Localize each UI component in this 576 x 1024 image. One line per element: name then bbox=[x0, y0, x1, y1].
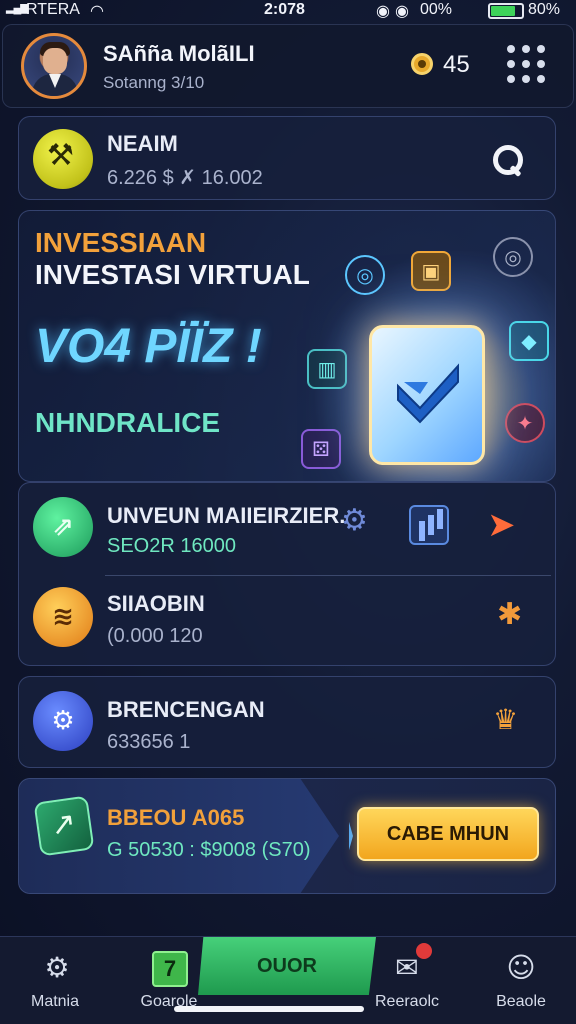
tools-icon bbox=[33, 129, 93, 189]
gear-badge-icon: ⚙ bbox=[44, 951, 70, 984]
nav-home-label: Matnia bbox=[30, 993, 80, 1010]
shield-icon: ◆ bbox=[509, 321, 549, 361]
user-subtitle: Sotanng 3/10 bbox=[103, 73, 205, 92]
list-item-value: SEO2R 16000 bbox=[107, 535, 236, 557]
status-bar: ▂▄▆ RTERA ◠ 2:078 ◉ ◉ 00% 80% bbox=[0, 0, 576, 22]
divider bbox=[105, 575, 551, 576]
nav-home[interactable]: ⚙ Matnia bbox=[0, 937, 110, 1024]
search-icon[interactable] bbox=[491, 143, 525, 177]
balance-value: 6.226 $ ✗ 16.002 bbox=[107, 167, 263, 189]
chart-icon: ▥ bbox=[307, 349, 347, 389]
nav-profile[interactable]: ☺ Beaole bbox=[466, 937, 576, 1024]
battery-fill bbox=[491, 6, 515, 16]
box-icon: ▣ bbox=[411, 251, 451, 291]
check-icon bbox=[397, 363, 459, 424]
wallet-icon: 7 bbox=[152, 951, 188, 987]
bar-chart-icon bbox=[409, 505, 449, 545]
chevron-right-icon bbox=[299, 779, 353, 893]
avatar[interactable] bbox=[21, 33, 87, 99]
list-item-title[interactable]: SIIAOBIN bbox=[107, 591, 205, 617]
list-item-value: (0.000 120 bbox=[107, 625, 203, 647]
carrier-name: RTERA bbox=[26, 1, 80, 18]
list-item-title[interactable]: UNVEUN MAIIEIRZIER. bbox=[107, 503, 345, 529]
gear-icon: ⚙ bbox=[341, 503, 368, 538]
growth-icon: ⇗ bbox=[33, 497, 93, 557]
nav-messages[interactable]: ✉ Reeraolc bbox=[352, 937, 462, 1024]
balance-card[interactable]: NEAIM 6.226 $ ✗ 16.002 bbox=[18, 116, 556, 200]
globe-icon: ◎ bbox=[345, 255, 385, 295]
trend-up-icon bbox=[33, 795, 95, 857]
signal-icon: ▂▄▆ bbox=[6, 2, 29, 14]
settings-title: BRENCENGAN bbox=[107, 697, 265, 722]
hero-kicker: INVESSIAAN bbox=[35, 227, 207, 258]
nav-active-label: OUOR bbox=[257, 954, 317, 977]
nav-active-tab[interactable]: OUOR bbox=[198, 937, 376, 995]
rocket-arrow-icon: ➤ bbox=[487, 505, 516, 545]
home-indicator bbox=[174, 1006, 364, 1012]
sparkle-icon: ✱ bbox=[497, 597, 523, 632]
battery-percent: 00% bbox=[420, 1, 453, 18]
settings-gear-icon: ⚙ bbox=[33, 691, 93, 751]
notification-badge bbox=[416, 943, 432, 959]
promo-title: BBEOU A065 bbox=[107, 805, 245, 830]
avatar-face bbox=[43, 48, 67, 74]
battery-icon bbox=[488, 3, 524, 19]
dice-icon: ⚄ bbox=[301, 429, 341, 469]
hero-title: INVESTASI VIRTUAL bbox=[35, 259, 310, 290]
target-icon: ◎ bbox=[493, 237, 533, 277]
status-icons: ◉ ◉ bbox=[376, 1, 410, 20]
glowing-cube bbox=[369, 325, 485, 465]
crown-icon: ♛ bbox=[493, 703, 519, 736]
clock: 2:078 bbox=[264, 1, 305, 18]
nav-messages-label: Reeraolc bbox=[374, 993, 440, 1010]
promo-cta-button[interactable]: CABE MHUN bbox=[357, 807, 539, 861]
balance-title: NEAIM bbox=[107, 131, 178, 156]
profile-icon: ☺ bbox=[506, 951, 536, 984]
nav-profile-label: Beaole bbox=[496, 993, 546, 1010]
hero-subtitle: NHNDRALICE bbox=[35, 407, 221, 438]
user-name: SAñña MolãILI bbox=[103, 41, 255, 66]
promo-value: G 50530 : $9008 (S70) bbox=[107, 839, 311, 861]
phoenix-icon: ✦ bbox=[505, 403, 545, 443]
settings-card[interactable]: ⚙ BRENCENGAN 633656 1 ♛ bbox=[18, 676, 556, 768]
hero-banner[interactable]: INVESSIAAN INVESTASI VIRTUAL VO4 PÏÏZ ! … bbox=[18, 210, 556, 482]
hero-headline: VO4 PÏÏZ ! bbox=[35, 320, 262, 373]
investment-list: ⇗ UNVEUN MAIIEIRZIER. SEO2R 16000 ⚙ ➤ ≋ … bbox=[18, 482, 556, 666]
promo-card: BBEOU A065 G 50530 : $9008 (S70) CABE MH… bbox=[18, 778, 556, 894]
coin-count: 45 bbox=[443, 51, 470, 78]
profile-header: SAñña MolãILI Sotanng 3/10 45 bbox=[2, 24, 574, 108]
settings-value: 633656 1 bbox=[107, 731, 191, 753]
wifi-icon: ◠ bbox=[90, 1, 104, 20]
battery-text: 80% bbox=[528, 1, 561, 18]
coin-icon bbox=[411, 53, 433, 75]
stack-icon: ≋ bbox=[33, 587, 93, 647]
menu-grid-icon[interactable] bbox=[507, 45, 547, 85]
